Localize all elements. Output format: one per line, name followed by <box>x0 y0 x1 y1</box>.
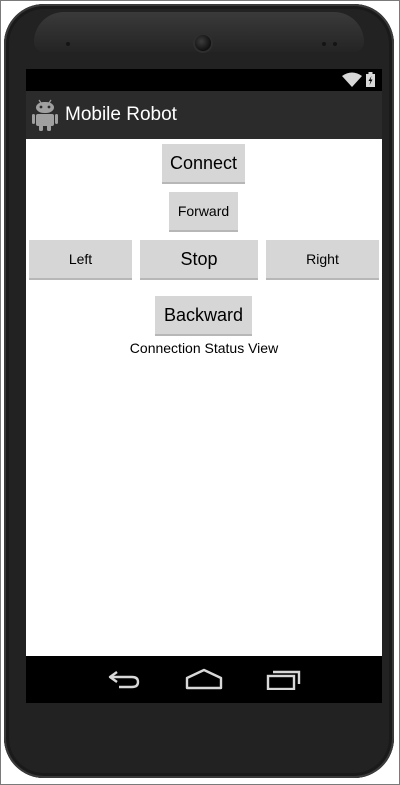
backward-button[interactable]: Backward <box>155 296 252 336</box>
connect-button[interactable]: Connect <box>162 144 245 184</box>
sensor-dot <box>322 42 326 46</box>
wifi-icon <box>342 72 362 87</box>
connection-status-text: Connection Status View <box>129 340 279 356</box>
navigation-bar <box>26 656 382 703</box>
forward-button[interactable]: Forward <box>169 192 238 232</box>
back-icon[interactable] <box>107 668 141 690</box>
phone-screen: Mobile Robot Connect Forward Left Stop R… <box>26 69 382 703</box>
left-button[interactable]: Left <box>29 240 132 280</box>
recent-apps-icon[interactable] <box>266 668 302 690</box>
status-bar <box>26 69 382 91</box>
sensor-dot <box>333 42 337 46</box>
right-button[interactable]: Right <box>266 240 379 280</box>
stop-button[interactable]: Stop <box>140 240 258 280</box>
front-camera <box>195 35 211 51</box>
home-icon[interactable] <box>185 668 223 690</box>
app-title: Mobile Robot <box>65 104 177 125</box>
sensor-dot <box>66 42 70 46</box>
android-icon <box>32 99 58 131</box>
battery-icon <box>366 72 375 87</box>
main-content: Connect Forward Left Stop Right Backward… <box>26 139 382 656</box>
action-bar: Mobile Robot <box>26 91 382 139</box>
phone-device: Mobile Robot Connect Forward Left Stop R… <box>4 4 394 778</box>
